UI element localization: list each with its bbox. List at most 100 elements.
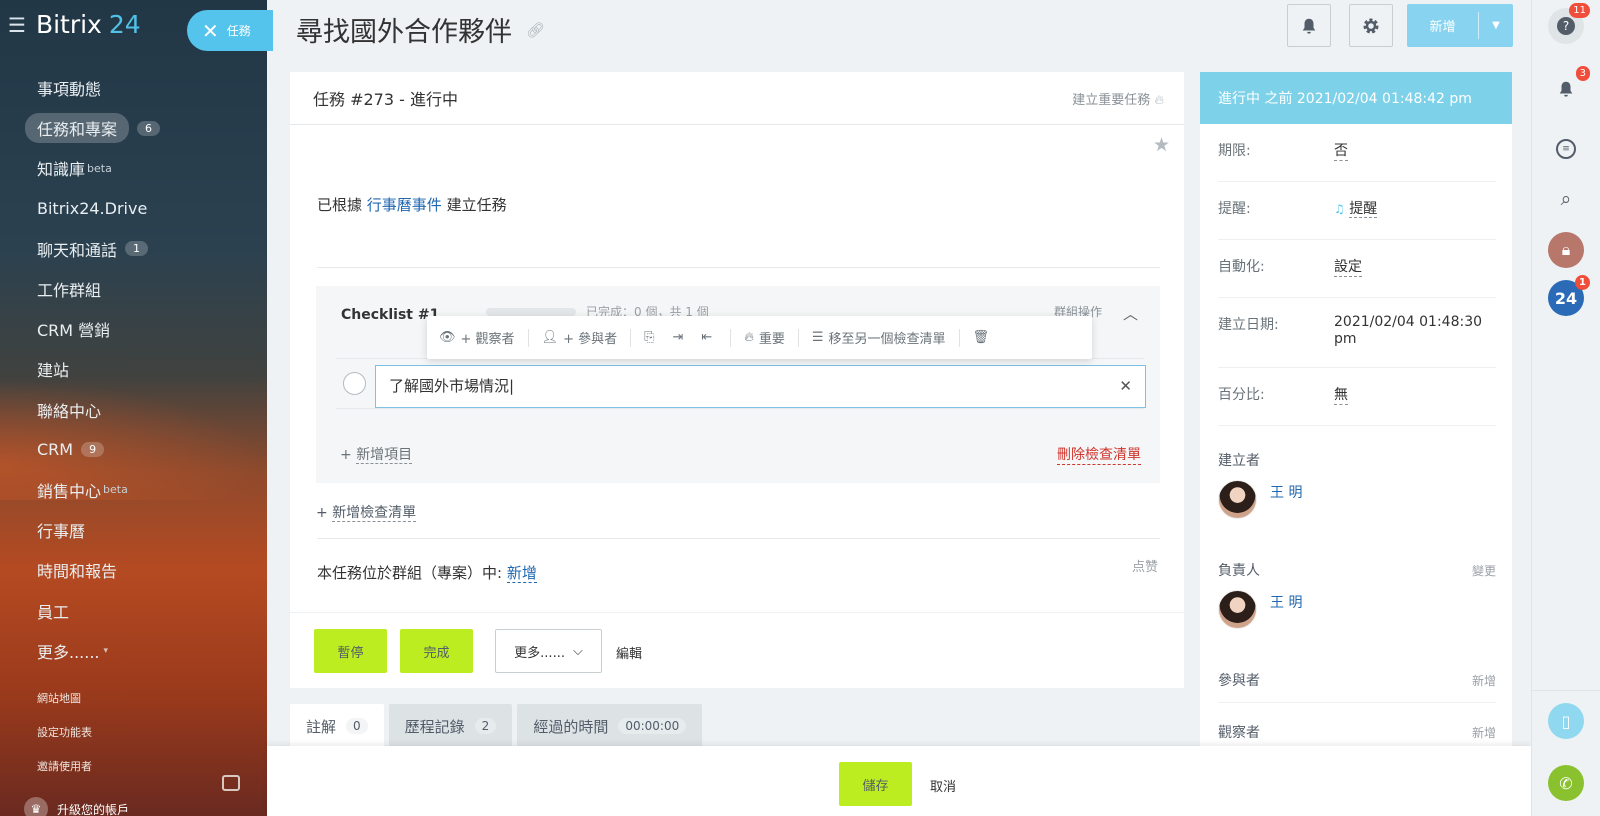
add-participant-link[interactable]: 新增 [1472,672,1496,689]
gear-icon [1363,18,1379,33]
add-item-link[interactable]: + 新增項目 [340,444,413,464]
calendar-event-link[interactable]: 行事曆事件 [367,196,442,214]
outdent-button[interactable]: ⇤ [701,330,717,345]
tab-elapsed-time[interactable]: 經過的時間 00:00:00 [517,704,703,748]
nav-item-crm[interactable]: CRM 9 [24,430,254,470]
search-button[interactable]: ⌕ [1548,181,1584,217]
checklist-title[interactable]: Checklist #1 [341,307,439,323]
responsible-name[interactable]: 王 明 [1270,592,1302,612]
delete-item-button[interactable]: 🗑︎ [973,330,995,345]
edit-button[interactable]: 編輯 [616,643,642,662]
tab-label: 歷程記錄 [404,717,465,736]
nav-item-more[interactable]: 更多...... ▾ [24,631,254,671]
lock-button[interactable]: 🔒︎ [1548,232,1584,268]
mark-important-label: 建立重要任務 [1072,92,1151,108]
toolbar-label: + 參與者 [563,332,618,347]
nav-item-sites[interactable]: 建站 [24,349,254,389]
checklist-block: Checklist #1 已完成：0 個，共 1 個 群組操作 ︿ 了解國外市場… [316,286,1160,483]
add-project-link[interactable]: 新增 [506,564,537,583]
toolbar-label: 重要 [758,332,785,347]
nav-item-chat[interactable]: 聊天和通話 1 [24,229,254,269]
row-key: 百分比: [1218,387,1265,403]
clear-icon[interactable]: ✕ [1119,366,1132,407]
task-card: 任務 #273 - 進行中 建立重要任務 🔥︎ ★ 已根據 行事曆事件 建立任務… [290,72,1184,688]
nav-item-workgroups[interactable]: 工作群組 [24,269,254,309]
notifications-rail-button[interactable]: 3 [1548,66,1590,107]
printer-icon[interactable] [222,775,240,791]
attach-button[interactable]: ⎘ [644,330,659,345]
nav-item-crm-marketing[interactable]: CRM 營銷 [24,309,254,349]
task-close-pill[interactable]: ✕ 任務 [187,10,273,51]
like-link[interactable]: 点赞 [1132,556,1158,575]
nav-item-calendar[interactable]: 行事曆 [24,510,254,550]
settings-button[interactable] [1349,4,1393,47]
indent-button[interactable]: ⇥ [673,330,689,345]
nav-item-knowledge-base[interactable]: 知識庫 beta [24,148,254,188]
upgrade-account-link[interactable]: ♛ 升級您的帳戶 [24,797,129,816]
pause-button[interactable]: 暫停 [314,629,387,673]
mark-important-button[interactable]: 建立重要任務 🔥︎ [1072,89,1164,108]
avatar [1218,480,1257,519]
list-icon: ☰ [811,330,824,345]
add-observer-button[interactable]: 👁︎ + 觀察者 [439,328,515,347]
add-button[interactable]: 新增 ▼ [1407,4,1513,47]
configure-menu-link[interactable]: 設定功能表 [37,724,92,758]
divider [527,328,529,347]
nav-item-drive[interactable]: Bitrix24.Drive [24,189,254,229]
flame-icon: 🔥︎ [744,330,754,345]
add-button-label: 新增 [1429,20,1456,35]
cancel-button[interactable]: 取消 [930,776,956,795]
percent-value[interactable]: 無 [1334,384,1348,405]
more-button[interactable]: 更多...... ⌵ [495,629,602,673]
call-button[interactable]: ✆ [1548,765,1584,801]
nav-item-sales-center[interactable]: 銷售中心 beta [24,470,254,510]
move-to-checklist-button[interactable]: ☰ 移至另一個檢查清單 [812,328,946,347]
menu-icon[interactable]: ☰ [8,13,26,37]
phone-icon: ✆ [1559,773,1573,793]
nav-item-contact-center[interactable]: 聯絡中心 [24,390,254,430]
creator-name[interactable]: 王 明 [1270,482,1302,502]
responsible-person[interactable]: 王 明 [1218,590,1302,629]
add-item-label: 新增項目 [356,447,413,464]
task-sidebar: 期限: 否 提醒: ♫ 提醒 自動化: 設定 建立日期: 2021/02/04 01:4… [1200,124,1512,746]
mobile-button[interactable]: ▯ [1548,703,1584,739]
checklist-item-input[interactable]: 了解國外市場情況| ✕ [375,365,1146,408]
close-icon[interactable]: ✕ [202,19,219,43]
star-icon[interactable]: ★ [1153,134,1170,156]
tab-comments[interactable]: 註解 0 [290,704,384,748]
chat-rail-button[interactable]: ≡ [1548,131,1584,167]
notifications-button[interactable] [1287,4,1331,47]
nav-item-tasks[interactable]: 任務和專案 6 [24,108,254,148]
task-number-status: 任務 #273 - 進行中 [313,90,458,109]
chevron-down-icon[interactable]: ▼ [1479,20,1513,31]
add-checklist-link[interactable]: + 新增檢查清單 [316,502,417,522]
nav-item-time-reports[interactable]: 時間和報告 [24,550,254,590]
tab-history[interactable]: 歷程記錄 2 [388,704,513,748]
chevron-up-icon[interactable]: ︿ [1123,303,1138,324]
save-button[interactable]: 儲存 [839,762,912,806]
help-button[interactable]: ? 11 [1548,3,1590,44]
task-description: 已根據 行事曆事件 建立任務 [317,194,507,215]
app-logo[interactable]: ☰ Bitrix 24 [8,10,141,39]
item-complete-checkbox[interactable] [343,372,366,395]
invite-users-link[interactable]: 邀請使用者 [37,758,92,792]
reminder-value[interactable]: ♫ 提醒 [1334,198,1378,218]
link-icon[interactable]: 🔗︎ [526,21,545,39]
automation-value[interactable]: 設定 [1334,256,1362,277]
divider [1218,702,1496,703]
item-action-toolbar: 👁︎ + 觀察者 👤︎ + 參與者 ⎘ ⇥ ⇤ 🔥︎ 重要 ☰ 移至另一個檢查清單 🗑︎ [427,316,1092,359]
sitemap-link[interactable]: 網站地圖 [37,690,92,724]
mark-item-important-button[interactable]: 🔥︎ 重要 [744,328,785,347]
beta-tag: beta [103,483,128,497]
nav-item-activity-stream[interactable]: 事項動態 [24,68,254,108]
nav-label: 建站 [37,361,70,381]
add-observer-link[interactable]: 新增 [1472,724,1496,741]
deadline-value[interactable]: 否 [1334,140,1348,161]
creator-person[interactable]: 王 明 [1218,480,1302,519]
bitrix24-button[interactable]: 24 1 [1548,275,1590,316]
delete-checklist-link[interactable]: 刪除檢查清單 [1057,444,1141,465]
change-responsible-link[interactable]: 變更 [1472,562,1496,579]
nav-item-employees[interactable]: 員工 [24,590,254,630]
complete-button[interactable]: 完成 [400,629,473,673]
add-participant-button[interactable]: 👤︎ + 參與者 [542,328,618,347]
